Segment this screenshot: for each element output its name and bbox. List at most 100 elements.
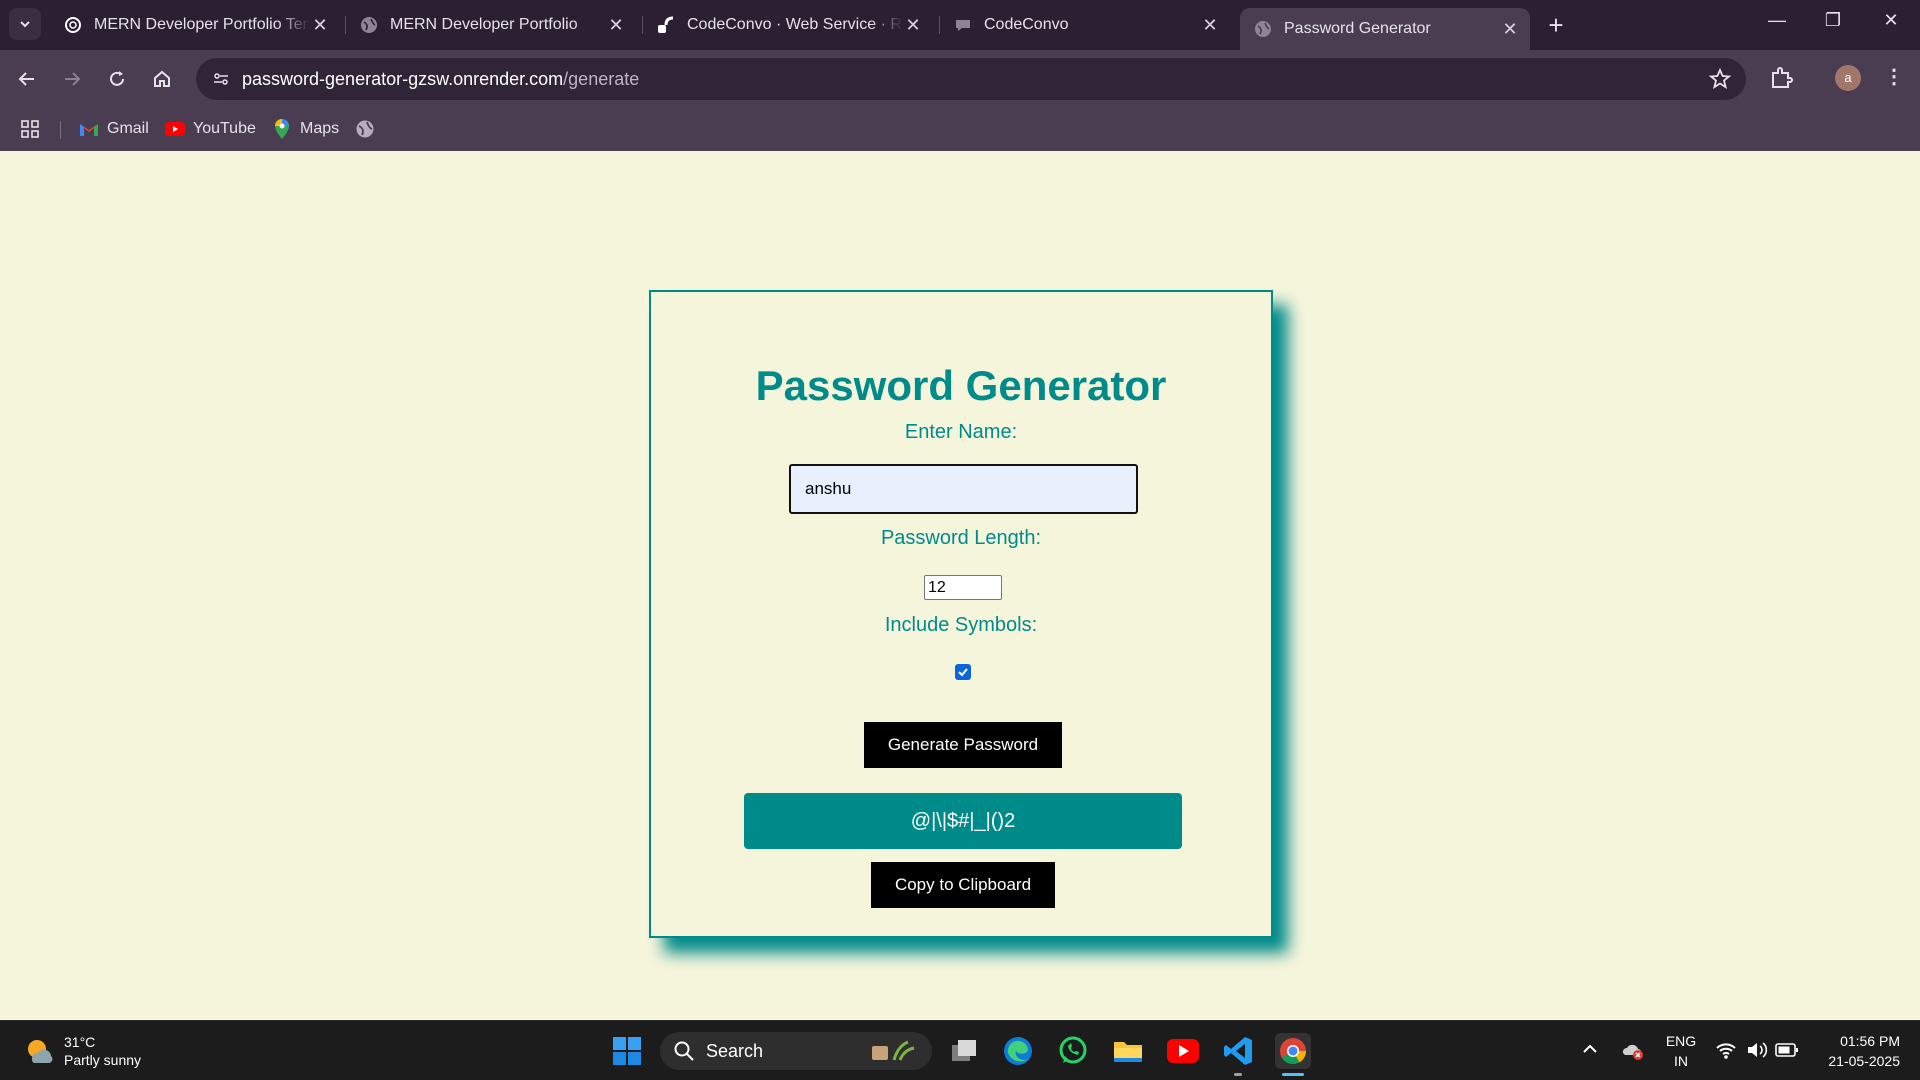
tab-strip: MERN Developer Portfolio Template ✕ MERN…: [0, 0, 1920, 50]
home-icon: [154, 70, 170, 87]
symbols-checkbox[interactable]: [955, 664, 971, 680]
page-viewport: Password Generator Enter Name: Password …: [0, 151, 1920, 1020]
home-button[interactable]: [147, 64, 177, 94]
name-input[interactable]: [789, 464, 1138, 514]
taskbar-search[interactable]: Search: [660, 1032, 932, 1070]
url-domain: password-generator-gzsw.onrender.com: [242, 69, 564, 89]
chrome-running-indicator: [1282, 1073, 1304, 1076]
language-code: ENG: [1665, 1033, 1697, 1049]
globe-icon: [1254, 20, 1272, 38]
volume-icon[interactable]: [1746, 1040, 1768, 1063]
tab-title: MERN Developer Portfolio Template: [94, 16, 310, 33]
edge-icon[interactable]: [1000, 1033, 1036, 1069]
forward-button[interactable]: [57, 64, 87, 94]
weather-partly-sunny-icon[interactable]: [24, 1036, 54, 1066]
close-icon[interactable]: ✕: [310, 15, 330, 36]
onedrive-offline-icon[interactable]: [1620, 1039, 1644, 1064]
bookmark-globe[interactable]: [355, 116, 383, 142]
weather-description: Partly sunny: [64, 1052, 142, 1068]
length-input[interactable]: [924, 575, 1002, 600]
reload-button[interactable]: [102, 64, 132, 94]
file-explorer-icon[interactable]: [1110, 1033, 1146, 1069]
bookmark-star-icon[interactable]: [1708, 67, 1732, 91]
close-icon[interactable]: ✕: [1500, 19, 1520, 40]
globe-icon: [355, 119, 375, 139]
bookmark-label: Maps: [300, 120, 340, 137]
browser-toolbar: password-generator-gzsw.onrender.com/gen…: [0, 50, 1920, 108]
chevron-down-icon: [20, 21, 30, 28]
close-window-icon[interactable]: ✕: [1876, 10, 1906, 31]
weather-widget[interactable]: 31°C Partly sunny: [64, 1033, 141, 1069]
globe-icon: [360, 16, 378, 34]
search-highlight-icon: [858, 1038, 918, 1064]
windows-taskbar: 31°C Partly sunny Search ENG IN 01:56 PM…: [0, 1020, 1920, 1080]
url-text: password-generator-gzsw.onrender.com/gen…: [242, 69, 639, 90]
vscode-icon[interactable]: [1220, 1033, 1256, 1069]
bookmark-gmail[interactable]: Gmail: [79, 116, 149, 142]
gmail-icon: [79, 119, 99, 139]
tray-overflow-chevron-icon[interactable]: [1580, 1039, 1600, 1062]
bookmark-label: Gmail: [107, 120, 149, 137]
name-label: Enter Name:: [904, 421, 1018, 443]
generated-password-display: @|\|$#|_|()2: [744, 793, 1182, 849]
extensions-icon[interactable]: [1768, 64, 1796, 92]
windows-start-icon[interactable]: [609, 1033, 645, 1069]
tab-search-button[interactable]: [9, 8, 41, 40]
close-icon[interactable]: ✕: [903, 15, 923, 36]
clock-time: 01:56 PM: [1840, 1033, 1900, 1049]
page-title: Password Generator: [755, 362, 1167, 409]
wifi-icon[interactable]: [1715, 1040, 1737, 1063]
tab-codeconvo-render[interactable]: CodeConvo · Web Service · Render ✕: [643, 8, 933, 42]
tab-codeconvo[interactable]: CodeConvo ✕: [940, 8, 1230, 42]
bookmark-maps[interactable]: Maps: [272, 116, 339, 142]
length-label: Password Length:: [880, 527, 1042, 549]
whatsapp-icon[interactable]: [1055, 1033, 1091, 1069]
tab-mern-template[interactable]: MERN Developer Portfolio Template ✕: [50, 8, 340, 42]
close-icon[interactable]: ✕: [606, 15, 626, 36]
search-icon: [674, 1041, 694, 1061]
close-icon[interactable]: ✕: [1200, 15, 1220, 36]
tab-title: Password Generator: [1284, 20, 1431, 37]
site-info-icon[interactable]: [206, 64, 236, 94]
arrow-right-icon: [65, 72, 81, 86]
openai-icon: [64, 16, 82, 34]
tab-title: CodeConvo: [984, 16, 1069, 33]
bookmark-youtube[interactable]: YouTube: [165, 116, 256, 142]
clock-date: 21-05-2025: [1828, 1053, 1900, 1069]
copy-to-clipboard-button[interactable]: Copy to Clipboard: [871, 862, 1055, 908]
url-path: /generate: [563, 69, 640, 89]
arrow-left-icon: [18, 72, 34, 86]
language-indicator[interactable]: ENG IN: [1664, 1031, 1698, 1071]
system-clock[interactable]: 01:56 PM 21-05-2025: [1810, 1031, 1900, 1071]
apps-button[interactable]: [20, 116, 48, 142]
generate-password-button[interactable]: Generate Password: [864, 722, 1062, 768]
weather-temperature: 31°C: [64, 1034, 96, 1050]
bookmarks-bar: Gmail YouTube Maps: [0, 108, 1920, 151]
reload-icon: [110, 71, 124, 86]
bookmark-separator: [60, 121, 61, 139]
profile-avatar[interactable]: a: [1835, 65, 1861, 91]
new-tab-button[interactable]: +: [1541, 10, 1571, 41]
youtube-icon: [165, 119, 185, 139]
tab-title: CodeConvo · Web Service · Render: [687, 16, 903, 33]
task-view-icon[interactable]: [946, 1033, 982, 1069]
maps-icon: [272, 119, 292, 139]
battery-icon[interactable]: [1775, 1041, 1799, 1062]
tab-password-generator[interactable]: Password Generator ✕: [1240, 8, 1530, 50]
chrome-icon[interactable]: [1275, 1033, 1311, 1069]
chat-icon: [954, 16, 972, 34]
youtube-app-icon[interactable]: [1165, 1033, 1201, 1069]
address-bar[interactable]: password-generator-gzsw.onrender.com/gen…: [196, 58, 1746, 100]
generator-card: Password Generator Enter Name: Password …: [649, 290, 1273, 938]
browser-menu-icon[interactable]: ⋮: [1882, 64, 1906, 89]
restore-icon[interactable]: ❐: [1818, 10, 1848, 31]
symbols-label: Include Symbols:: [884, 614, 1038, 636]
vscode-running-indicator: [1234, 1073, 1242, 1076]
minimize-icon[interactable]: —: [1762, 10, 1792, 31]
region-code: IN: [1674, 1053, 1688, 1069]
tab-mern-portfolio[interactable]: MERN Developer Portfolio ✕: [346, 8, 636, 42]
bookmark-label: YouTube: [193, 120, 256, 137]
search-label: Search: [706, 1040, 764, 1061]
back-button[interactable]: [12, 64, 42, 94]
tab-title: MERN Developer Portfolio: [390, 16, 578, 33]
